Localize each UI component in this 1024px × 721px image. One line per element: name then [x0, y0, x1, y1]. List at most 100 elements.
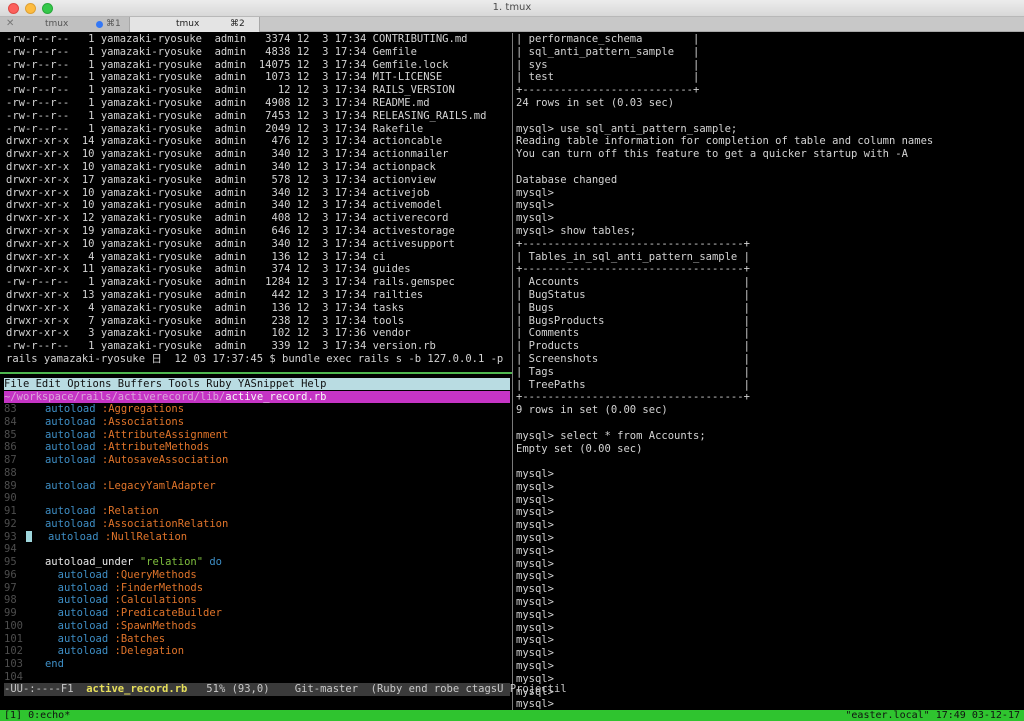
mysql-line: | BugStatus | — [516, 288, 750, 301]
line-number: 92 — [4, 517, 17, 530]
shell-line: drwxr-xr-x 10 yamazaki-ryosuke admin 340… — [6, 160, 436, 173]
window-titlebar: 1. tmux — [0, 0, 1024, 17]
code-string: "relation" — [139, 556, 204, 568]
mysql-line: | Products | — [516, 340, 750, 353]
code-keyword: autoload — [57, 568, 109, 581]
tab-2[interactable]: tmux ⌘2 — [130, 17, 260, 32]
code-symbol: :QueryMethods — [114, 568, 197, 581]
line-number: 83 — [4, 403, 17, 415]
code-line: 94 — [4, 543, 510, 556]
shell-line: -rw-r--r-- 1 yamazaki-ryosuke admin 7453… — [6, 109, 487, 122]
mysql-line: +-----------------------------------+ — [516, 263, 750, 276]
mysql-line — [516, 161, 1024, 174]
code-keyword: autoload — [44, 428, 96, 441]
code-line: 83 autoload :Aggregations — [4, 403, 510, 416]
mysql-line: | sys | — [516, 58, 700, 71]
code-line: 104 — [4, 671, 510, 683]
code-symbol: :FinderMethods — [114, 581, 204, 594]
mysql-line: mysql> — [516, 634, 554, 647]
code-keyword: autoload — [57, 632, 109, 645]
mysql-line: mysql> use sql_anti_pattern_sample; — [516, 122, 738, 135]
mysql-line: | Bugs | — [516, 301, 750, 314]
line-number: 95 — [4, 556, 17, 568]
mysql-line — [516, 110, 1024, 123]
code-keyword: autoload — [44, 517, 96, 530]
mysql-line: 24 rows in set (0.03 sec) — [516, 96, 675, 109]
code-line: 101 autoload :Batches — [4, 633, 510, 646]
pane-divider-vertical[interactable] — [512, 33, 513, 711]
code-keyword: autoload — [44, 403, 96, 415]
mysql-pane[interactable]: | performance_schema | | sql_anti_pattern… — [516, 33, 1024, 711]
mysql-line: mysql> — [516, 647, 554, 660]
code-line: 91 autoload :Relation — [4, 505, 510, 518]
code-line: 93 autoload :NullRelation — [4, 531, 510, 544]
code-keyword: autoload — [57, 607, 109, 619]
window-title: 1. tmux — [492, 2, 532, 13]
mysql-line — [516, 455, 1024, 468]
tmux-window-list[interactable]: [1] 0:echo* — [4, 710, 70, 721]
mysql-line: mysql> — [516, 186, 554, 199]
line-number: 97 — [4, 581, 17, 594]
shell-line: drwxr-xr-x 4 yamazaki-ryosuke admin 136 … — [6, 250, 386, 263]
shell-line: drwxr-xr-x 17 yamazaki-ryosuke admin 578… — [6, 173, 436, 186]
line-number: 103 — [4, 658, 23, 670]
code-keyword: end — [44, 658, 64, 670]
mysql-line: | performance_schema | — [516, 33, 700, 45]
close-tab-icon[interactable]: ✕ — [6, 17, 14, 31]
shell-pane[interactable]: -rw-r--r-- 1 yamazaki-ryosuke admin 3374… — [6, 33, 510, 373]
line-number: 88 — [4, 466, 17, 479]
mysql-line: mysql> — [516, 544, 554, 557]
shell-line: rails yamazaki-ryosuke 日 12 03 17:37:45 … — [6, 352, 510, 365]
code-line: 86 autoload :AttributeMethods — [4, 441, 510, 454]
mysql-line: mysql> — [516, 660, 554, 673]
shell-line: drwxr-xr-x 12 yamazaki-ryosuke admin 408… — [6, 212, 449, 225]
modeline-flags: -UU-:----F1 — [4, 683, 87, 695]
shell-line: -rw-r--r-- 1 yamazaki-ryosuke admin 1284… — [6, 276, 455, 289]
code-line: 99 autoload :PredicateBuilder — [4, 607, 510, 620]
code-symbol: :AttributeMethods — [101, 441, 210, 454]
shell-line: drwxr-xr-x 7 yamazaki-ryosuke admin 238 … — [6, 314, 405, 327]
code-symbol: :Aggregations — [101, 403, 185, 415]
line-number: 89 — [4, 479, 17, 492]
shell-line: -rw-r--r-- 1 yamazaki-ryosuke admin 3374… — [6, 33, 468, 45]
path-prefix: ~/workspace/rails/activerecord/lib/ — [4, 391, 226, 403]
code-symbol: :LegacyYamlAdapter — [101, 479, 216, 492]
tab-1-label: tmux — [45, 19, 69, 29]
code-line: 95 autoload_under "relation" do — [4, 556, 510, 569]
tmux-status-right: "easter.local" 17:49 03-12-17 — [845, 710, 1020, 721]
code-symbol: :AttributeAssignment — [101, 428, 229, 441]
tmux-status-bar: [1] 0:echo* "easter.local" 17:49 03-12-1… — [0, 710, 1024, 721]
line-number: 84 — [4, 415, 17, 428]
code-keyword: autoload — [57, 594, 109, 607]
code-line: 87 autoload :AutosaveAssociation — [4, 454, 510, 467]
code-symbol: :Calculations — [114, 594, 197, 607]
mysql-line: +-----------------------------------+ — [516, 391, 750, 404]
mysql-line: | Tags | — [516, 365, 750, 378]
tab-2-label: tmux — [176, 19, 200, 29]
mysql-line: Reading table information for completion… — [516, 135, 934, 148]
line-number: 85 — [4, 428, 17, 441]
emacs-editor[interactable]: 83 autoload :Aggregations 84 autoload :As… — [4, 403, 510, 683]
line-number: 91 — [4, 505, 17, 517]
mysql-line: | TreePaths | — [516, 378, 750, 391]
emacs-menubar[interactable]: File Edit Options Buffers Tools Ruby YAS… — [4, 378, 510, 390]
pane-divider-horizontal[interactable] — [0, 372, 512, 374]
shell-line: -rw-r--r-- 1 yamazaki-ryosuke admin 1073… — [6, 71, 443, 84]
mysql-line: Database changed — [516, 173, 618, 186]
shell-line: drwxr-xr-x 10 yamazaki-ryosuke admin 340… — [6, 148, 449, 161]
mysql-line: +---------------------------+ — [516, 84, 700, 97]
code-keyword: autoload — [57, 619, 109, 632]
mysql-line: | Screenshots | — [516, 352, 750, 365]
mysql-line: mysql> — [516, 621, 554, 634]
code-symbol: :NullRelation — [104, 530, 188, 543]
tab-1[interactable]: ✕ tmux ⌘1 — [0, 17, 130, 32]
mysql-line — [516, 417, 1024, 430]
code-symbol: :Relation — [101, 505, 159, 517]
mysql-line: mysql> — [516, 685, 554, 698]
code-line: 98 autoload :Calculations — [4, 594, 510, 607]
code-line: 84 autoload :Associations — [4, 416, 510, 429]
code-symbol: :Associations — [101, 415, 185, 428]
shell-line: drwxr-xr-x 10 yamazaki-ryosuke admin 340… — [6, 237, 455, 250]
mysql-line: mysql> select * from Accounts; — [516, 429, 706, 442]
tab-bar: ✕ tmux ⌘1 tmux ⌘2 — [0, 17, 1024, 32]
